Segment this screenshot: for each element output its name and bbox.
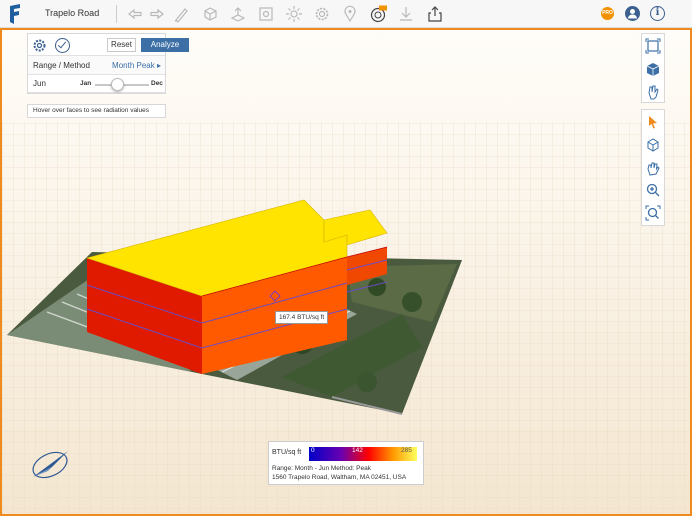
- settings-icon[interactable]: [313, 5, 331, 23]
- navigation-toolbar: [641, 109, 665, 226]
- legend-tick-mid: 142: [352, 447, 363, 454]
- slider-max-label: Dec: [151, 80, 163, 87]
- 3d-viewport[interactable]: Reset Analyze Range / Method Month Peak …: [0, 28, 692, 516]
- zoom-icon[interactable]: [645, 182, 661, 198]
- undo-icon[interactable]: [126, 5, 144, 23]
- legend-tick-max: 285: [401, 447, 412, 454]
- zoom-extents-icon[interactable]: [645, 38, 661, 54]
- user-account-icon[interactable]: [625, 6, 640, 21]
- range-method-value-text: Month Peak: [112, 61, 155, 70]
- radiation-legend: BTU/sq ft 0 142 285 Range: Month - Jun M…: [268, 441, 424, 485]
- confirm-check-icon[interactable]: [55, 38, 70, 53]
- draw-icon[interactable]: [173, 5, 191, 23]
- legend-range-method: Range: Month - Jun Method: Peak: [272, 465, 372, 472]
- legend-color-scale: 0 142 285: [309, 447, 417, 461]
- analyze-button[interactable]: Analyze: [141, 38, 189, 52]
- zoom-window-icon[interactable]: [645, 205, 661, 221]
- pro-badge[interactable]: PRO: [601, 7, 614, 20]
- box-icon[interactable]: [201, 5, 219, 23]
- png-export-icon[interactable]: [369, 5, 387, 23]
- range-method-row[interactable]: Range / Method Month Peak ▸: [28, 56, 165, 75]
- month-slider-row: Jun Jan Dec: [28, 75, 165, 93]
- north-compass-icon[interactable]: [28, 445, 73, 480]
- info-icon[interactable]: i: [650, 6, 665, 21]
- reset-button[interactable]: Reset: [107, 38, 136, 52]
- share-icon[interactable]: [426, 5, 444, 23]
- pan-hand-icon[interactable]: [645, 160, 661, 176]
- extrude-icon[interactable]: [229, 5, 247, 23]
- top-toolbar: Trapelo Road PRO i: [0, 0, 692, 28]
- legend-tick-min: 0: [311, 447, 315, 454]
- toolbar-divider: [116, 5, 117, 23]
- legend-unit: BTU/sq ft: [272, 449, 302, 456]
- range-method-label: Range / Method: [33, 61, 90, 70]
- radiation-tooltip: 167.4 BTU/sq ft: [275, 311, 329, 324]
- document-title: Trapelo Road: [45, 8, 100, 18]
- orbit-box-icon[interactable]: [645, 137, 661, 153]
- import-icon[interactable]: [397, 5, 415, 23]
- slider-min-label: Jan: [80, 80, 92, 87]
- orbit-hand-icon[interactable]: [645, 84, 661, 100]
- month-slider-thumb[interactable]: [111, 78, 125, 91]
- settings-gear-icon[interactable]: [32, 38, 47, 53]
- hover-hint-box: Hover over faces to see radiation values: [27, 104, 166, 118]
- edit-icon[interactable]: [257, 5, 275, 23]
- solar-analysis-panel: Reset Analyze Range / Method Month Peak …: [27, 33, 189, 94]
- location-icon[interactable]: [341, 5, 359, 23]
- panel-actions: Reset Analyze: [28, 34, 189, 56]
- view-cube-icon[interactable]: [645, 61, 661, 77]
- legend-address: 1560 Trapelo Road, Waltham, MA 02451, US…: [272, 474, 407, 481]
- sun-icon[interactable]: [285, 5, 303, 23]
- view-toolbar: [641, 33, 665, 103]
- select-cursor-icon[interactable]: [645, 114, 661, 130]
- range-method-value[interactable]: Month Peak ▸: [112, 61, 161, 70]
- formit-logo-icon: [10, 4, 20, 24]
- hover-hint-text: Hover over faces to see radiation values: [33, 107, 149, 114]
- month-label: Jun: [33, 79, 46, 88]
- redo-icon[interactable]: [148, 5, 166, 23]
- chevron-right-icon: ▸: [156, 61, 161, 70]
